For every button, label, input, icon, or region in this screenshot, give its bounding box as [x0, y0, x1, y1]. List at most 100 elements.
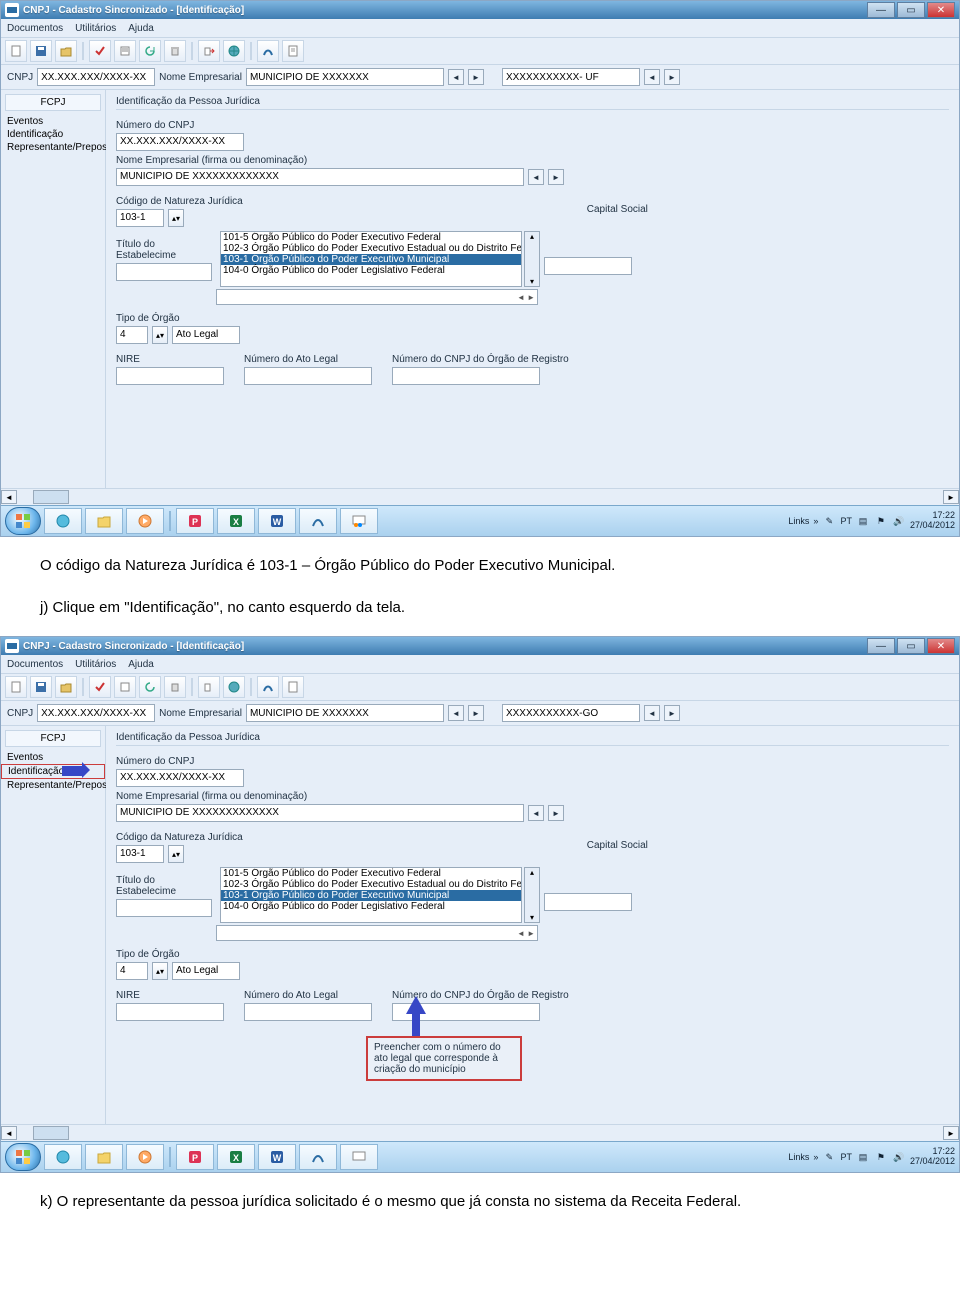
name-next-icon[interactable]: ►: [548, 805, 564, 821]
toolbar-trash-icon[interactable]: [164, 676, 186, 698]
tray-pen-icon[interactable]: ✎: [822, 514, 836, 528]
num-ato-input[interactable]: [244, 1003, 372, 1021]
sidebar-item-representante[interactable]: Representante/Prepos: [1, 779, 105, 792]
list-hscroll[interactable]: ◄ ►: [216, 925, 538, 941]
cod-nat-input[interactable]: 103-1: [116, 209, 164, 227]
tray-net-icon[interactable]: ⚑: [874, 514, 888, 528]
tray-flag-icon[interactable]: ▤: [856, 1150, 870, 1164]
nat-option-1[interactable]: 101-5 Órgão Público do Poder Executivo F…: [221, 232, 521, 243]
tray-vol-icon[interactable]: 🔊: [892, 1150, 906, 1164]
task-word-icon[interactable]: W: [258, 1144, 296, 1170]
task-ie-icon[interactable]: [44, 508, 82, 534]
task-word-icon[interactable]: W: [258, 508, 296, 534]
menu-utilitarios[interactable]: Utilitários: [75, 23, 116, 34]
toolbar-doc-icon[interactable]: [282, 676, 304, 698]
tipo-stepper-icon[interactable]: ▴▾: [152, 962, 168, 980]
cnpj-field[interactable]: [37, 704, 155, 722]
task-excel-icon[interactable]: X: [217, 508, 255, 534]
toolbar-refresh-icon[interactable]: [139, 40, 161, 62]
hscroll-right-icon[interactable]: ►: [943, 490, 959, 504]
close-button[interactable]: ✕: [927, 638, 955, 654]
toolbar-open-icon[interactable]: [55, 676, 77, 698]
maximize-button[interactable]: ▭: [897, 638, 925, 654]
prev-icon[interactable]: ◄: [448, 705, 464, 721]
hscroll-right-icon[interactable]: ►: [943, 1126, 959, 1140]
sidebar-item-representante[interactable]: Representante/Prepos: [1, 141, 105, 154]
tipo-org-input[interactable]: 4: [116, 962, 148, 980]
list-scrollbar[interactable]: ▴▾: [524, 231, 540, 287]
task-powerpoint-icon[interactable]: P: [176, 1144, 214, 1170]
maximize-button[interactable]: ▭: [897, 2, 925, 18]
minimize-button[interactable]: —: [867, 638, 895, 654]
menu-utilitarios[interactable]: Utilitários: [75, 659, 116, 670]
toolbar-trash-icon[interactable]: [164, 40, 186, 62]
task-paint-icon[interactable]: [340, 1144, 378, 1170]
nat-option-3[interactable]: 103-1 Órgão Público do Poder Executivo M…: [221, 890, 521, 901]
next-icon[interactable]: ►: [468, 69, 484, 85]
toolbar-refresh-icon[interactable]: [139, 676, 161, 698]
tray-vol-icon[interactable]: 🔊: [892, 514, 906, 528]
num-cnpj-input[interactable]: XX.XXX.XXX/XXXX-XX: [116, 133, 244, 151]
sidebar-item-identificacao[interactable]: Identificação: [1, 764, 105, 779]
nome-field[interactable]: [246, 68, 444, 86]
nat-option-3[interactable]: 103-1 Órgão Público do Poder Executivo M…: [221, 254, 521, 265]
next-icon[interactable]: ►: [468, 705, 484, 721]
toolbar-save-icon[interactable]: [30, 676, 52, 698]
ato-input[interactable]: Ato Legal: [172, 962, 240, 980]
tray-links-label[interactable]: Links: [788, 516, 809, 526]
cnpj-field[interactable]: [37, 68, 155, 86]
stepper-icon[interactable]: ▴▾: [168, 209, 184, 227]
tray-lang[interactable]: PT: [840, 516, 852, 526]
menu-ajuda[interactable]: Ajuda: [128, 659, 154, 670]
minimize-button[interactable]: —: [867, 2, 895, 18]
toolbar-new-icon[interactable]: [5, 676, 27, 698]
tipo-stepper-icon[interactable]: ▴▾: [152, 326, 168, 344]
task-ie-icon[interactable]: [44, 1144, 82, 1170]
nat-list[interactable]: 101-5 Órgão Público do Poder Executivo F…: [220, 867, 522, 923]
num-cnpj-input[interactable]: XX.XXX.XXX/XXXX-XX: [116, 769, 244, 787]
toolbar-new-icon[interactable]: [5, 40, 27, 62]
tipo-org-input[interactable]: 4: [116, 326, 148, 344]
toolbar-save-icon[interactable]: [30, 40, 52, 62]
stepper-icon[interactable]: ▴▾: [168, 845, 184, 863]
titlebar[interactable]: CNPJ - Cadastro Sincronizado - [Identifi…: [1, 637, 959, 655]
toolbar-list-icon[interactable]: [114, 40, 136, 62]
sidebar-item-eventos[interactable]: Eventos: [1, 115, 105, 128]
hscroll-thumb[interactable]: [33, 490, 69, 504]
toolbar-doc-icon[interactable]: [282, 40, 304, 62]
toolbar-receita-icon[interactable]: [257, 676, 279, 698]
list-hscroll[interactable]: ◄ ►: [216, 289, 538, 305]
next2-icon[interactable]: ►: [664, 69, 680, 85]
window-hscroll[interactable]: ◄ ►: [1, 488, 959, 505]
prev-icon[interactable]: ◄: [448, 69, 464, 85]
toolbar-check-icon[interactable]: [89, 676, 111, 698]
tray-links-label[interactable]: Links: [788, 1152, 809, 1162]
nat-option-4[interactable]: 104-0 Órgão Público do Poder Legislativo…: [221, 901, 521, 912]
nat-option-4[interactable]: 104-0 Órgão Público do Poder Legislativo…: [221, 265, 521, 276]
seg-field[interactable]: [502, 704, 640, 722]
toolbar-export-icon[interactable]: [198, 676, 220, 698]
cod-nat-input[interactable]: 103-1: [116, 845, 164, 863]
num-reg-input[interactable]: [392, 367, 540, 385]
nire-input[interactable]: [116, 1003, 224, 1021]
seg-field[interactable]: [502, 68, 640, 86]
titlebar[interactable]: CNPJ - Cadastro Sincronizado - [Identifi…: [1, 1, 959, 19]
menu-documentos[interactable]: Documentos: [7, 23, 63, 34]
tray-lang[interactable]: PT: [840, 1152, 852, 1162]
start-button[interactable]: [5, 507, 41, 535]
task-paint-icon[interactable]: [340, 508, 378, 534]
task-explorer-icon[interactable]: [85, 508, 123, 534]
toolbar-globe-icon[interactable]: [223, 40, 245, 62]
toolbar-list-icon[interactable]: [114, 676, 136, 698]
start-button[interactable]: [5, 1143, 41, 1171]
name-prev-icon[interactable]: ◄: [528, 805, 544, 821]
toolbar-export-icon[interactable]: [198, 40, 220, 62]
task-receita-icon[interactable]: [299, 1144, 337, 1170]
next2-icon[interactable]: ►: [664, 705, 680, 721]
capital-input[interactable]: [544, 893, 632, 911]
task-excel-icon[interactable]: X: [217, 1144, 255, 1170]
nat-option-2[interactable]: 102-3 Órgão Público do Poder Executivo E…: [221, 879, 521, 890]
nire-input[interactable]: [116, 367, 224, 385]
prev2-icon[interactable]: ◄: [644, 705, 660, 721]
nat-list[interactable]: 101-5 Órgão Público do Poder Executivo F…: [220, 231, 522, 287]
